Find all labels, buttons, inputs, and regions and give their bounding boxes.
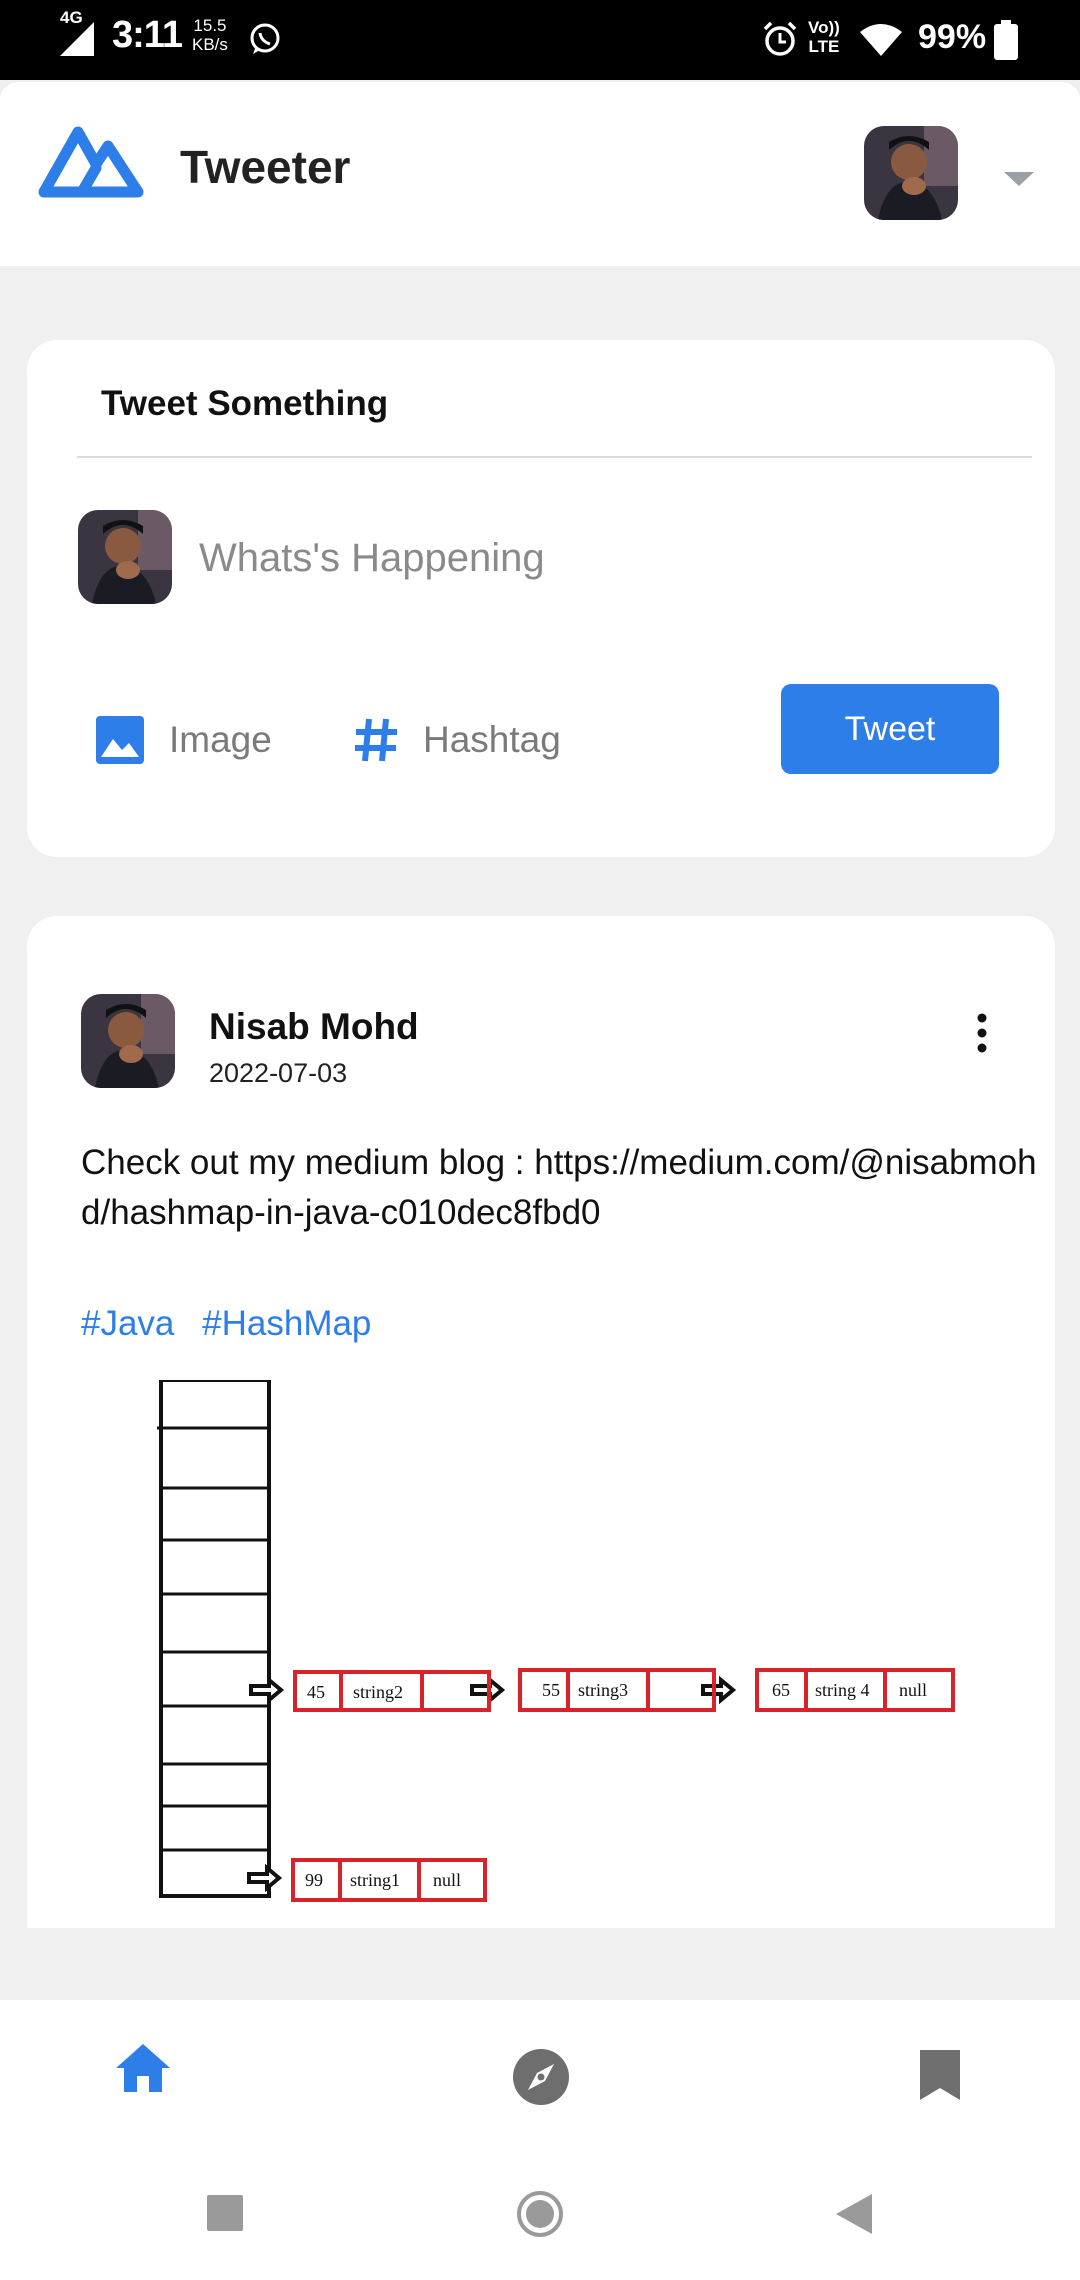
compose-card: Tweet Something Image Hashtag Tweet (27, 340, 1055, 857)
alarm-icon (763, 21, 797, 56)
node-value: string2 (353, 1682, 403, 1702)
home-icon[interactable] (114, 2042, 172, 2094)
add-hashtag-button[interactable]: Hashtag (353, 710, 561, 770)
speed-value: 15.5 (193, 16, 227, 35)
avatar[interactable] (864, 126, 958, 220)
image-icon (96, 716, 144, 764)
node-key: 65 (772, 1680, 790, 1700)
node-next: null (899, 1680, 927, 1700)
node-value: string3 (578, 1680, 628, 1700)
divider (77, 456, 1032, 458)
volte-indicator: Vo)) LTE (808, 18, 840, 56)
node-key: 55 (542, 1680, 560, 1700)
add-image-button[interactable]: Image (95, 710, 272, 770)
avatar-image (864, 126, 958, 220)
node-next: null (433, 1870, 461, 1890)
hashtag-link[interactable]: #HashMap (202, 1304, 371, 1343)
back-icon[interactable] (834, 2192, 874, 2236)
post-text: Check out my medium blog : https://mediu… (81, 1143, 1037, 1232)
hashtags: #Java #HashMap (81, 1304, 389, 1344)
image-label: Image (169, 719, 272, 760)
status-bar: 4G 3:11 15.5 KB/s Vo)) LTE 99% (0, 0, 1080, 80)
node-value: string1 (350, 1870, 400, 1890)
avatar (78, 510, 172, 604)
bottom-nav (0, 2000, 1080, 2140)
battery-icon (994, 20, 1018, 60)
signal-icon (60, 22, 94, 56)
post-image[interactable]: 45 string2 55 string3 65 string 4 null 9… (127, 1380, 967, 1910)
clock: 3:11 (112, 14, 183, 56)
bookmark-icon[interactable] (918, 2048, 962, 2102)
hashtag-label: Hashtag (423, 719, 561, 760)
whatsapp-icon (250, 23, 280, 54)
avatar[interactable] (81, 994, 175, 1088)
post-date: 2022-07-03 (209, 1058, 348, 1088)
hashtag-icon (355, 718, 397, 762)
hashtag-link[interactable]: #Java (81, 1304, 174, 1343)
avatar-image (81, 994, 175, 1088)
recents-icon[interactable] (206, 2194, 244, 2232)
app-header: Tweeter (0, 82, 1080, 266)
node-key: 45 (307, 1682, 325, 1702)
system-nav-bar (0, 2140, 1080, 2280)
network-speed: 15.5 KB/s (192, 16, 228, 54)
tweeter-logo-icon (38, 126, 144, 198)
tweet-card: Nisab Mohd 2022-07-03 Check out my mediu… (27, 916, 1055, 1928)
wifi-icon (860, 24, 902, 56)
tweet-input[interactable] (199, 526, 979, 590)
explore-icon[interactable] (512, 2048, 570, 2106)
battery-percent: 99% (918, 18, 987, 56)
avatar-image (78, 510, 172, 604)
more-options-icon[interactable] (967, 1008, 997, 1058)
node-value: string 4 (815, 1680, 870, 1700)
chevron-down-icon[interactable] (1004, 172, 1034, 186)
volte-top: Vo)) (808, 18, 840, 37)
author-name[interactable]: Nisab Mohd (209, 1006, 419, 1048)
app-title: Tweeter (180, 141, 351, 193)
tweet-button[interactable]: Tweet (781, 684, 999, 774)
speed-unit: KB/s (192, 35, 228, 54)
volte-bottom: LTE (808, 37, 840, 56)
home-button-icon[interactable] (516, 2190, 564, 2238)
compose-title: Tweet Something (101, 384, 389, 423)
node-key: 99 (305, 1870, 323, 1890)
